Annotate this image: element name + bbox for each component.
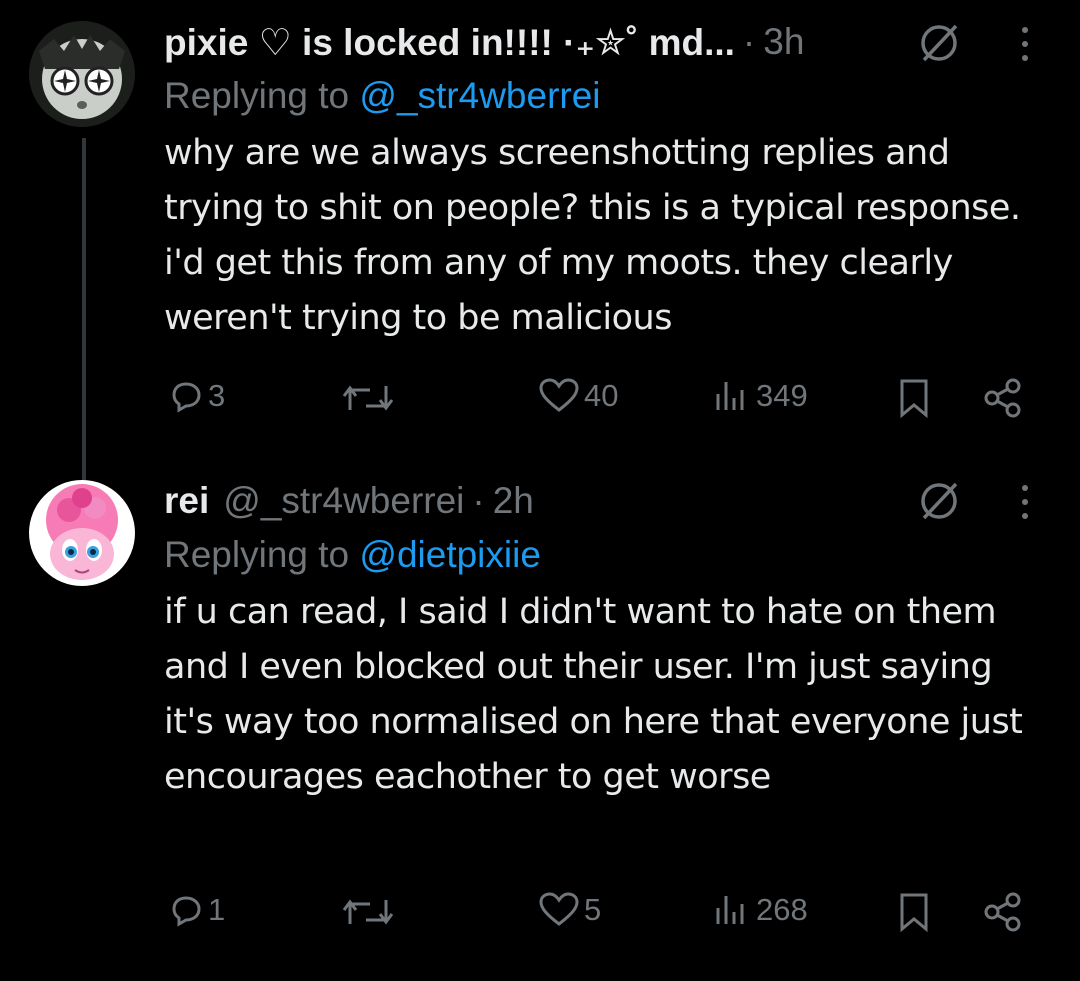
reply-icon xyxy=(172,382,201,413)
like-icon xyxy=(539,892,579,926)
reply-icon xyxy=(172,896,201,927)
more-icon[interactable] xyxy=(1018,482,1032,522)
retweet-icon xyxy=(342,385,394,411)
replying-to: Replying to @_str4wberrei xyxy=(164,70,1050,122)
more-icon[interactable] xyxy=(1018,24,1032,64)
reply-count: 1 xyxy=(208,892,226,927)
retweet-icon xyxy=(342,899,394,925)
bookmark-button[interactable] xyxy=(896,378,932,418)
share-button[interactable] xyxy=(982,892,1024,932)
tweet-actions: 1 5 268 xyxy=(0,888,1080,948)
replying-label: Replying to xyxy=(164,75,350,116)
replying-label: Replying to xyxy=(164,534,350,575)
like-button[interactable]: 40 xyxy=(538,378,618,414)
timestamp[interactable]: 2h xyxy=(493,480,534,522)
mention-link[interactable]: @_str4wberrei xyxy=(359,75,600,116)
retweet-button[interactable] xyxy=(340,380,400,416)
display-name[interactable]: rei xyxy=(164,480,209,522)
avatar[interactable] xyxy=(29,480,135,586)
like-count: 40 xyxy=(584,378,619,413)
handle[interactable]: @_str4wberrei xyxy=(223,480,464,522)
views-count: 349 xyxy=(756,378,808,413)
mention-link[interactable]: @dietpixiie xyxy=(359,534,541,575)
like-count: 5 xyxy=(584,892,602,927)
reply-button[interactable]: 3 xyxy=(168,378,225,414)
separator-dot: · xyxy=(742,21,756,62)
like-icon xyxy=(539,378,579,412)
tweet-actions: 3 40 349 xyxy=(0,374,1080,434)
bookmark-icon xyxy=(900,893,928,932)
replying-to: Replying to @dietpixiie xyxy=(164,529,1050,581)
views-button[interactable]: 349 xyxy=(712,378,808,414)
reply-count: 3 xyxy=(208,378,226,413)
views-icon xyxy=(716,382,744,410)
tweet-text: if u can read, I said I didn't want to h… xyxy=(164,592,1023,797)
views-count: 268 xyxy=(756,892,808,927)
views-icon xyxy=(716,896,744,924)
share-icon xyxy=(984,892,1021,932)
reply-button[interactable]: 1 xyxy=(168,892,225,928)
timestamp[interactable]: 3h xyxy=(763,21,804,63)
separator-dot: · xyxy=(472,480,485,521)
bookmark-button[interactable] xyxy=(896,892,932,932)
bookmark-icon xyxy=(900,379,928,418)
grok-icon[interactable] xyxy=(916,478,962,524)
tweet-text: why are we always screenshotting replies… xyxy=(164,133,1021,338)
avatar[interactable] xyxy=(29,21,135,127)
like-button[interactable]: 5 xyxy=(538,892,601,928)
retweet-button[interactable] xyxy=(340,894,400,930)
views-button[interactable]: 268 xyxy=(712,892,808,928)
share-icon xyxy=(984,378,1021,418)
share-button[interactable] xyxy=(982,378,1024,418)
grok-icon[interactable] xyxy=(916,20,962,66)
display-name[interactable]: pixie ♡ is locked in!!!! ·₊✮˚ md... xyxy=(164,21,735,64)
